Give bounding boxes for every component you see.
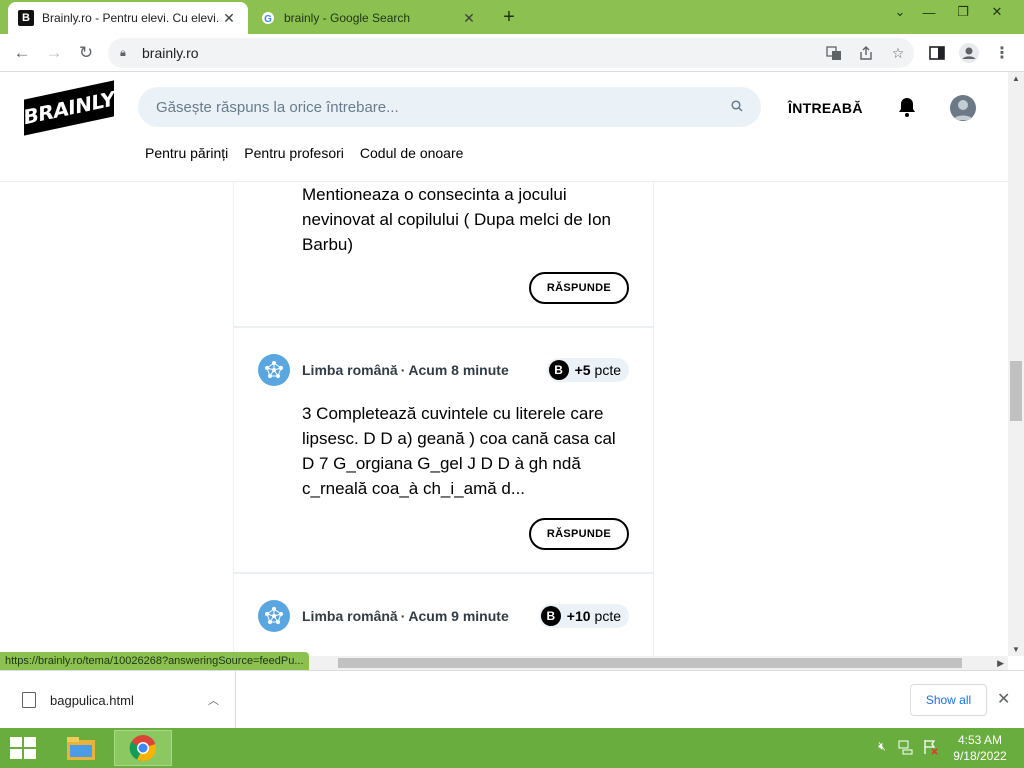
- side-panel-icon[interactable]: [927, 43, 947, 63]
- url-text: brainly.ro: [142, 45, 199, 61]
- vertical-scroll-thumb[interactable]: [1010, 361, 1022, 421]
- tab-strip: B Brainly.ro - Pentru elevi. Cu elevi. ✕…: [0, 0, 1024, 34]
- windows-start-icon[interactable]: [10, 737, 36, 759]
- back-icon[interactable]: ←: [8, 40, 36, 66]
- site-header: BRAINLY ÎNTREABĂ Pentru părinți Pentru p…: [0, 72, 1008, 182]
- chevron-up-icon[interactable]: ︿: [208, 692, 219, 708]
- download-shelf: bagpulica.html ︿ Show all ✕: [0, 670, 1024, 729]
- nav-link-teachers[interactable]: Pentru profesori: [244, 145, 344, 161]
- question-time: Acum 9 minute: [408, 608, 509, 624]
- search-input[interactable]: [156, 98, 731, 116]
- search-icon[interactable]: [731, 99, 743, 115]
- tab-brainly[interactable]: B Brainly.ro - Pentru elevi. Cu elevi. ✕: [8, 2, 248, 34]
- question-card[interactable]: Mentioneaza o consecinta a jocului nevin…: [234, 182, 653, 328]
- scroll-up-arrow-icon[interactable]: ▲: [1008, 74, 1024, 83]
- ask-question-button[interactable]: ÎNTREABĂ: [788, 100, 863, 116]
- meta-separator: ·: [400, 608, 406, 624]
- brainly-points-icon: B: [548, 360, 569, 380]
- scroll-right-arrow-icon[interactable]: ▶: [997, 656, 1004, 670]
- network-icon[interactable]: [898, 739, 914, 755]
- profile-icon[interactable]: [959, 43, 979, 63]
- browser-toolbar: ← → ↻ 🔒︎ brainly.ro ☆ ⋮: [0, 34, 1024, 72]
- close-window-icon[interactable]: ✕: [980, 0, 1014, 24]
- link-status-url: https://brainly.ro/tema/10026268?answeri…: [0, 652, 309, 670]
- file-explorer-icon[interactable]: [52, 730, 110, 766]
- points-value: +5: [574, 362, 591, 378]
- notifications-bell-icon[interactable]: [897, 96, 917, 118]
- brainly-points-icon: B: [540, 606, 561, 626]
- tab-title: Brainly.ro - Pentru elevi. Cu elevi.: [42, 11, 220, 25]
- brainly-favicon: B: [18, 10, 34, 26]
- volume-muted-icon[interactable]: 🔇︎: [874, 739, 890, 755]
- points-value: +10: [566, 608, 591, 624]
- reload-icon[interactable]: ↻: [72, 40, 100, 66]
- chrome-taskbar-icon[interactable]: [114, 730, 172, 766]
- points-unit: pcte: [594, 362, 621, 378]
- google-favicon: G: [260, 10, 276, 26]
- answer-button[interactable]: RĂSPUNDE: [529, 518, 629, 550]
- question-meta: Limba română · Acum 9 minute: [258, 600, 509, 632]
- user-avatar[interactable]: [950, 95, 976, 121]
- points-unit: pcte: [594, 608, 621, 624]
- windows-taskbar: 🔇︎ 4:53 AM 9/18/2022: [0, 728, 1024, 768]
- meta-separator: ·: [400, 362, 406, 378]
- minimize-icon[interactable]: —: [912, 0, 946, 24]
- brainly-logo[interactable]: BRAINLY: [24, 80, 114, 136]
- address-bar[interactable]: 🔒︎ brainly.ro: [108, 38, 914, 68]
- svg-text:G: G: [264, 14, 272, 25]
- subject-label[interactable]: Limba română: [302, 362, 398, 378]
- points-badge: B +5 pcte: [546, 358, 629, 382]
- question-text[interactable]: Mentioneaza o consecinta a jocului nevin…: [302, 182, 632, 257]
- vertical-scrollbar[interactable]: ▲ ▼: [1008, 72, 1024, 656]
- search-bar[interactable]: [138, 87, 761, 127]
- new-tab-icon[interactable]: +: [498, 6, 520, 29]
- show-all-downloads-button[interactable]: Show all: [910, 684, 987, 716]
- question-meta: Limba română · Acum 8 minute: [258, 354, 509, 386]
- question-card[interactable]: Limba română · Acum 9 minute B +10 pcte: [234, 574, 653, 656]
- question-feed: Mentioneaza o consecinta a jocului nevin…: [233, 182, 654, 656]
- sub-navigation: Pentru părinți Pentru profesori Codul de…: [145, 145, 463, 161]
- close-tab-icon[interactable]: ✕: [220, 10, 238, 27]
- close-tab-icon[interactable]: ✕: [460, 10, 478, 27]
- close-shelf-icon[interactable]: ✕: [997, 689, 1010, 709]
- download-item[interactable]: bagpulica.html ︿: [0, 671, 236, 729]
- answer-button[interactable]: RĂSPUNDE: [529, 272, 629, 304]
- system-clock[interactable]: 4:53 AM 9/18/2022: [950, 732, 1010, 764]
- subject-label[interactable]: Limba română: [302, 608, 398, 624]
- horizontal-scroll-thumb[interactable]: [338, 658, 962, 668]
- points-badge: B +10 pcte: [538, 604, 629, 628]
- restore-icon[interactable]: ❐: [946, 0, 980, 24]
- tab-title: brainly - Google Search: [284, 11, 411, 25]
- question-time: Acum 8 minute: [408, 362, 509, 378]
- download-filename: bagpulica.html: [50, 692, 134, 708]
- action-center-icon[interactable]: [922, 739, 938, 755]
- share-icon[interactable]: [856, 43, 876, 63]
- page-viewport: Mentioneaza o consecinta a jocului nevin…: [0, 182, 1008, 656]
- translate-icon[interactable]: [824, 43, 844, 63]
- menu-kebab-icon[interactable]: ⋮: [992, 43, 1012, 63]
- nav-link-parents[interactable]: Pentru părinți: [145, 145, 228, 161]
- file-icon: [22, 692, 36, 708]
- subject-language-icon: [258, 354, 290, 386]
- tab-google-search[interactable]: G brainly - Google Search ✕: [250, 2, 488, 34]
- question-card[interactable]: Limba română · Acum 8 minute B +5 pcte 3…: [234, 328, 653, 574]
- subject-language-icon: [258, 600, 290, 632]
- scroll-down-arrow-icon[interactable]: ▼: [1008, 645, 1024, 654]
- nav-link-honor-code[interactable]: Codul de onoare: [360, 145, 464, 161]
- clock-time: 4:53 AM: [957, 733, 1003, 747]
- lock-icon: 🔒︎: [120, 47, 126, 59]
- question-text[interactable]: 3 Completează cuvintele cu literele care…: [302, 401, 632, 501]
- clock-date: 9/18/2022: [953, 749, 1007, 763]
- forward-icon[interactable]: →: [40, 40, 68, 66]
- bookmark-star-icon[interactable]: ☆: [888, 43, 908, 63]
